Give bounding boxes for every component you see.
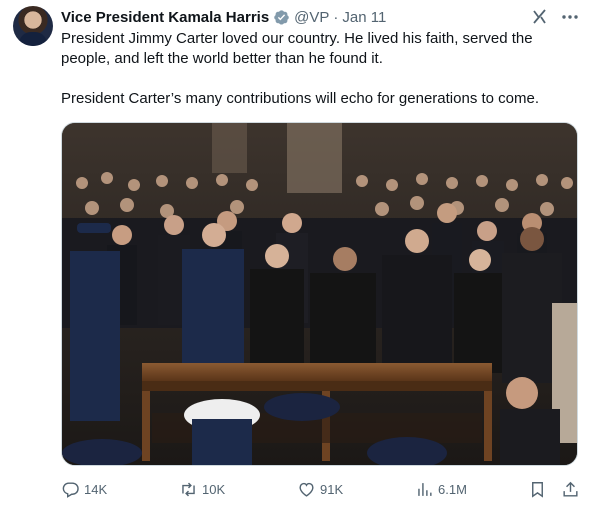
tweet-actions: 14K 10K 91K 6.1M xyxy=(61,477,580,501)
repost-button[interactable]: 10K xyxy=(179,480,297,499)
views-count: 6.1M xyxy=(438,481,467,497)
share-button[interactable] xyxy=(561,480,580,499)
reply-button[interactable]: 14K xyxy=(61,480,179,499)
actions-right xyxy=(507,480,580,499)
tweet-text: President Jimmy Carter loved our country… xyxy=(61,29,576,129)
tweet-paragraph-1: President Jimmy Carter loved our country… xyxy=(61,30,533,67)
bookmark-icon xyxy=(532,481,543,498)
tweet-header: Vice President Kamala Harris @VP · Jan 1… xyxy=(61,6,580,28)
reply-icon xyxy=(62,481,79,498)
share-icon xyxy=(563,481,578,497)
tweet-date[interactable]: Jan 11 xyxy=(342,9,386,26)
photo-illustration xyxy=(62,123,577,465)
views-button[interactable]: 6.1M xyxy=(415,480,507,499)
reply-count: 14K xyxy=(84,481,108,497)
repost-icon xyxy=(182,482,195,496)
verified-badge-icon[interactable] xyxy=(273,9,290,26)
like-count: 91K xyxy=(320,481,344,497)
repost-count: 10K xyxy=(202,481,226,497)
more-options-icon[interactable] xyxy=(560,7,580,27)
separator-dot: · xyxy=(333,8,339,26)
tweet-photo[interactable] xyxy=(61,122,578,466)
heart-icon xyxy=(299,482,314,497)
views-chart-icon xyxy=(418,482,432,496)
like-button[interactable]: 91K xyxy=(297,480,415,499)
bookmark-button[interactable] xyxy=(528,480,547,499)
author-handle[interactable]: @VP xyxy=(294,9,329,26)
tweet-paragraph-2: President Carter’s many contributions wi… xyxy=(61,90,540,107)
author-avatar[interactable] xyxy=(13,6,53,46)
grok-icon[interactable] xyxy=(530,7,550,27)
author-name[interactable]: Vice President Kamala Harris xyxy=(61,9,269,26)
